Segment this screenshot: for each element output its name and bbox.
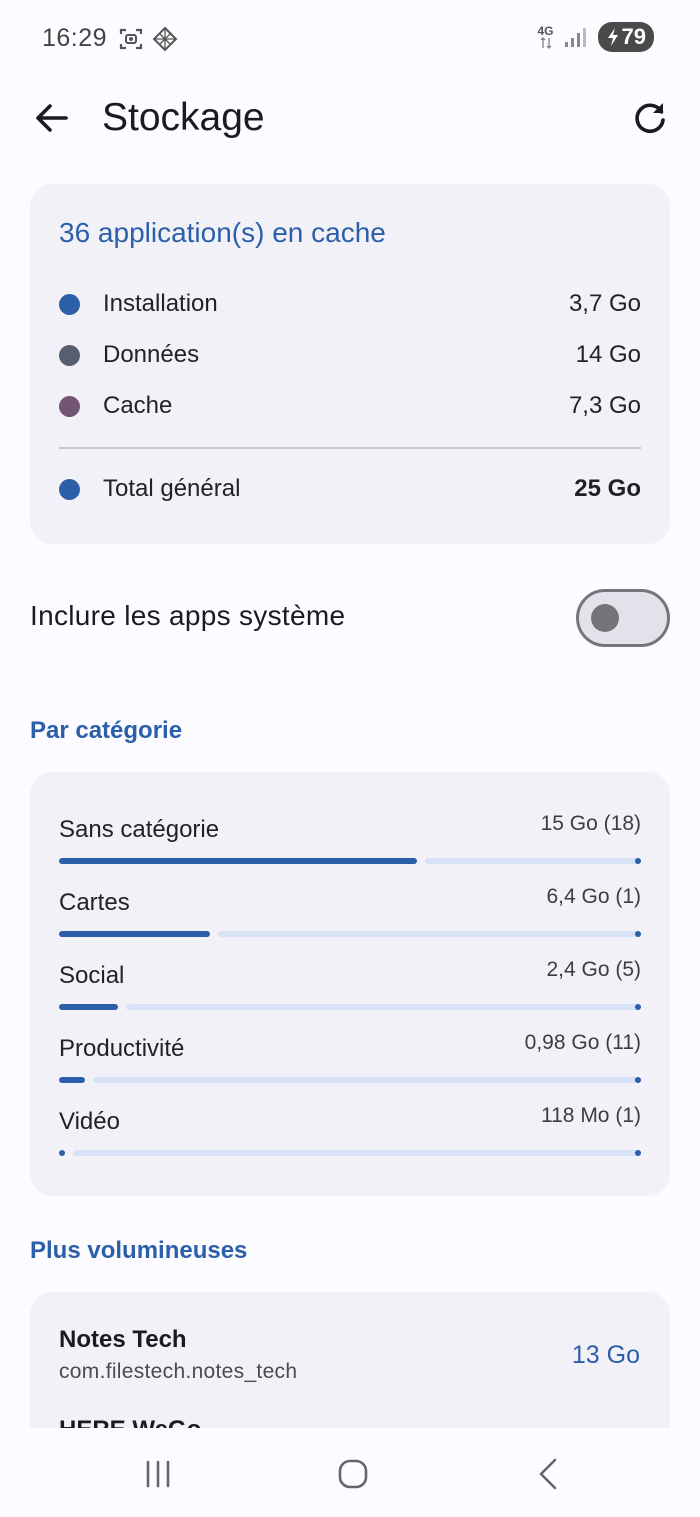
category-name: Sans catégorie	[59, 816, 220, 843]
page-title: Stockage	[102, 96, 265, 139]
back-nav-icon	[539, 1458, 557, 1490]
summary-label: Cache	[103, 392, 173, 419]
largest-heading: Plus volumineuses	[30, 1237, 248, 1264]
include-system-apps-switch[interactable]	[576, 589, 670, 647]
progress-remaining	[93, 1077, 641, 1083]
include-system-apps-label: Inclure les apps système	[30, 600, 346, 631]
battery-level: 79	[621, 24, 646, 49]
summary-label: Total général	[103, 475, 241, 502]
legend-dot	[59, 478, 80, 500]
progress-end-dot	[635, 1004, 641, 1010]
legend-dot	[59, 344, 80, 366]
summary-label: Installation	[103, 290, 218, 317]
progress-fill	[59, 1004, 118, 1010]
data-arrows-icon	[540, 37, 551, 49]
category-value: 118 Mo (1)	[541, 1104, 641, 1127]
category-heading: Par catégorie	[30, 717, 183, 744]
recents-icon	[146, 1460, 170, 1488]
legend-dot	[59, 395, 80, 417]
app-name[interactable]: Notes Tech	[59, 1326, 187, 1354]
progress-remaining	[126, 1004, 641, 1010]
diamond-grid-icon	[152, 26, 178, 52]
back-button[interactable]	[30, 96, 74, 140]
network-indicator: 4G	[538, 25, 554, 49]
refresh-button[interactable]	[628, 96, 672, 140]
category-value: 2,4 Go (5)	[546, 958, 641, 981]
progress-end-dot	[635, 1077, 641, 1083]
summary-row-total: Total général 25 Go	[59, 472, 641, 506]
category-progress-bar	[59, 931, 641, 937]
status-icons-left	[118, 26, 178, 52]
summary-value: 14 Go	[575, 341, 641, 368]
summary-divider	[59, 447, 641, 449]
battery-charging-icon	[607, 28, 618, 46]
refresh-icon	[635, 103, 665, 134]
progress-remaining	[425, 858, 641, 864]
back-nav-button[interactable]	[526, 1452, 570, 1496]
category-row[interactable]: Vidéo 118 Mo (1)	[59, 1104, 641, 1168]
category-progress-bar	[59, 1004, 641, 1010]
progress-fill	[59, 858, 417, 864]
network-type: 4G	[537, 24, 554, 38]
screenshot-icon	[119, 28, 143, 50]
app-size: 13 Go	[571, 1341, 640, 1369]
progress-fill	[59, 931, 210, 937]
category-row[interactable]: Sans catégorie 15 Go (18)	[59, 812, 641, 876]
category-progress-bar	[59, 1077, 641, 1083]
category-name: Productivité	[59, 1035, 185, 1062]
category-value: 6,4 Go (1)	[546, 885, 641, 908]
category-progress-bar	[59, 858, 641, 864]
category-value: 0,98 Go (11)	[524, 1031, 641, 1054]
summary-value: 3,7 Go	[568, 290, 641, 317]
battery-indicator: 79	[597, 22, 654, 52]
category-row[interactable]: Cartes 6,4 Go (1)	[59, 885, 641, 949]
home-icon	[338, 1459, 368, 1489]
summary-value: 25 Go	[574, 475, 641, 502]
signal-icon	[564, 28, 586, 47]
summary-title: 36 application(s) en cache	[59, 217, 386, 248]
category-row[interactable]: Social 2,4 Go (5)	[59, 958, 641, 1022]
category-value: 15 Go (18)	[540, 812, 641, 835]
progress-end-dot	[635, 1150, 641, 1156]
summary-row-data: Données 14 Go	[59, 338, 641, 372]
summary-label: Données	[103, 341, 200, 368]
home-button[interactable]	[331, 1452, 375, 1496]
category-name: Social	[59, 962, 125, 989]
progress-fill	[59, 1150, 65, 1156]
legend-dot	[59, 293, 80, 315]
category-name: Cartes	[59, 889, 130, 916]
progress-fill	[59, 1077, 85, 1083]
status-right: 4G 79	[538, 22, 654, 52]
switch-thumb	[591, 604, 619, 632]
summary-row-installation: Installation 3,7 Go	[59, 287, 641, 321]
arrow-back-icon	[36, 104, 68, 132]
category-progress-bar	[59, 1150, 641, 1156]
category-name: Vidéo	[59, 1108, 120, 1135]
app-package: com.filestech.notes_tech	[59, 1360, 298, 1383]
progress-end-dot	[635, 858, 641, 864]
status-time: 16:29	[42, 24, 108, 52]
recents-button[interactable]	[136, 1452, 180, 1496]
summary-row-cache: Cache 7,3 Go	[59, 389, 641, 423]
progress-remaining	[218, 931, 641, 937]
summary-value: 7,3 Go	[568, 392, 641, 419]
progress-end-dot	[635, 931, 641, 937]
category-row[interactable]: Productivité 0,98 Go (11)	[59, 1031, 641, 1095]
progress-remaining	[73, 1150, 641, 1156]
